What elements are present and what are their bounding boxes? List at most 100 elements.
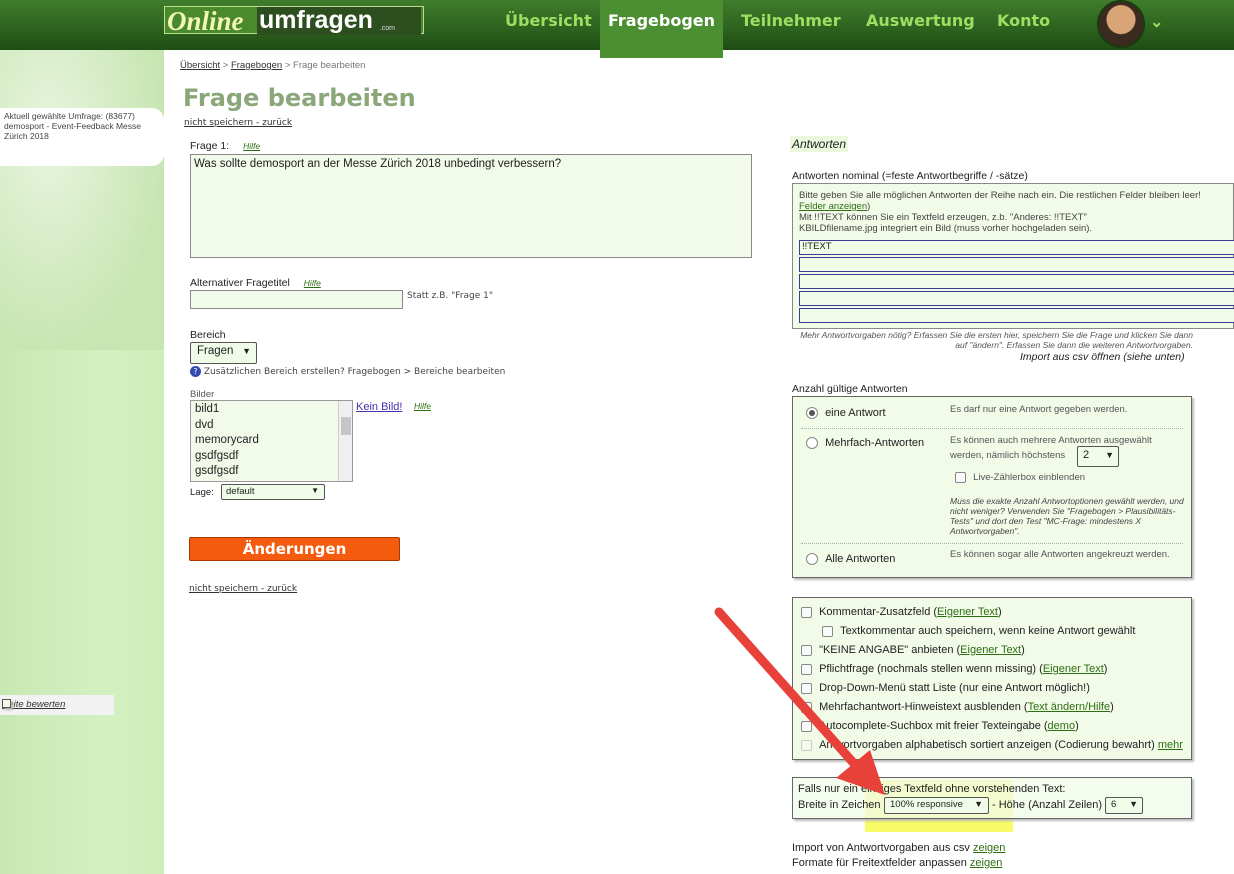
required-own-text-link[interactable]: Eigener Text [1043, 663, 1104, 675]
more-answers-hint: Mehr Antwortvorgaben nötig? Erfassen Sie… [800, 330, 1193, 350]
nav-fragebogen[interactable]: Fragebogen [600, 0, 723, 58]
save-comment-checkbox[interactable] [822, 625, 833, 637]
nav-uebersicht[interactable]: Übersicht [505, 0, 592, 50]
answers-box: Bitte geben Sie alle möglichen Antworten… [792, 183, 1234, 329]
answer-input-1[interactable]: !!TEXT [799, 240, 1234, 255]
help-link-alt-title[interactable]: Hilfe [304, 278, 321, 288]
required-checkbox[interactable] [801, 663, 812, 675]
help-link-question[interactable]: Hilfe [243, 141, 260, 151]
no-answer-checkbox[interactable] [801, 644, 812, 656]
max-answers-select[interactable]: 2 ▼ [1077, 446, 1119, 467]
hide-hint-checkbox[interactable] [801, 701, 812, 713]
format-textfields-show-link[interactable]: zeigen [970, 857, 1002, 869]
back-link-top[interactable]: nicht speichern - zurück [184, 118, 292, 128]
one-answer-label: eine Antwort [825, 407, 886, 419]
current-survey-info: Aktuell gewählte Umfrage: (83677) demosp… [0, 108, 164, 166]
listbox-scrollbar[interactable] [338, 401, 352, 481]
single-textfield-hint: Falls nur ein einziges Textfeld ohne vor… [798, 783, 1066, 795]
answer-input-3[interactable] [799, 274, 1234, 289]
lage-label: Lage: [190, 487, 214, 498]
nav-konto[interactable]: Konto [997, 0, 1050, 50]
help-icon: ? [190, 366, 201, 377]
alt-title-label: Alternativer Fragetitel [190, 277, 290, 289]
no-image-link[interactable]: Kein Bild! [356, 401, 402, 413]
all-answers-desc: Es können sogar alle Antworten angekreuz… [950, 549, 1170, 560]
question-label: Frage 1: [190, 140, 230, 152]
single-textfield-box: Falls nur ein einziges Textfeld ohne vor… [792, 777, 1192, 819]
rate-page-link[interactable]: Seite bewerten [2, 699, 65, 710]
bereich-hint: Zusätzlichen Bereich erstellen? Fragebog… [203, 367, 506, 377]
dropdown-arrow-icon: ▼ [1105, 450, 1114, 460]
import-csv-show-link[interactable]: zeigen [973, 842, 1005, 854]
radio-one-answer[interactable] [806, 407, 818, 420]
height-select[interactable]: 6 ▼ [1105, 797, 1143, 814]
show-fields-link[interactable]: Felder anzeigen [799, 201, 867, 212]
user-avatar[interactable] [1097, 0, 1145, 48]
list-item[interactable]: bild1 [195, 402, 348, 418]
answers-instruction-1: Bitte geben Sie alle möglichen Antworten… [799, 190, 1201, 201]
comment-field-label: Kommentar-Zusatzfeld ( [819, 606, 938, 618]
chevron-down-icon[interactable]: ⌄ [1150, 12, 1163, 32]
list-item[interactable]: gsdfgsdf [195, 464, 348, 480]
valid-answers-label: Anzahl gültige Antworten [792, 383, 908, 395]
multi-answer-note: Muss die exakte Anzahl Antwortoptionen g… [950, 496, 1184, 536]
import-csv-row: Import von Antwortvorgaben aus csv zeige… [792, 842, 1005, 854]
hide-hint-label: Mehrfachantwort-Hinweistext ausblenden ( [819, 701, 1028, 713]
back-link-bottom[interactable]: nicht speichern - zurück [189, 584, 297, 594]
width-select[interactable]: 100% responsive ▼ [884, 797, 989, 814]
list-item[interactable]: dvd [195, 418, 348, 434]
question-label-row: Frage 1: Hilfe [190, 140, 260, 152]
nav-teilnehmer[interactable]: Teilnehmer [741, 0, 841, 50]
dropdown-checkbox[interactable] [801, 682, 812, 694]
live-counter-checkbox[interactable] [955, 471, 966, 483]
answer-input-4[interactable] [799, 291, 1234, 306]
alt-title-hint: Statt z.B. "Frage 1" [407, 291, 494, 301]
bereich-label: Bereich [190, 329, 226, 341]
breadcrumb-uebersicht[interactable]: Übersicht [180, 60, 220, 71]
help-link-images[interactable]: Hilfe [414, 401, 431, 411]
width-value: 100% responsive [890, 799, 963, 810]
sort-alpha-checkbox[interactable] [801, 739, 812, 751]
height-label: - Höhe (Anzahl Zeilen) [992, 799, 1103, 811]
save-changes-button[interactable]: Änderungen vornehmen! [189, 537, 400, 580]
format-textfields-label: Formate für Freitextfelder anpassen [792, 857, 970, 869]
width-label: Breite in Zeichen [798, 799, 881, 811]
autocomplete-checkbox[interactable] [801, 720, 812, 732]
site-logo[interactable]: Online umfragen .com [164, 6, 424, 35]
question-textarea[interactable]: Was sollte demosport an der Messe Zürich… [190, 154, 752, 258]
valid-answers-box: eine Antwort Es darf nur eine Antwort ge… [792, 396, 1192, 578]
lage-select[interactable]: default ▼ [221, 484, 325, 500]
import-csv-label: Import von Antwortvorgaben aus csv [792, 842, 973, 854]
alt-title-label-row: Alternativer Fragetitel Hilfe [190, 277, 321, 289]
breadcrumb-separator: > [284, 60, 291, 71]
left-sidebar: Aktuell gewählte Umfrage: (83677) demosp… [0, 50, 164, 874]
top-navigation-bar: Online umfragen .com Übersicht Frageboge… [0, 0, 1234, 58]
one-answer-desc: Es darf nur eine Antwort gegeben werden. [950, 404, 1128, 415]
images-listbox[interactable]: bild1 dvd memorycard gsdfgsdf gsdfgsdf [190, 400, 353, 482]
comment-field-own-text-link[interactable]: Eigener Text [937, 606, 998, 618]
radio-multi-answer[interactable] [806, 437, 818, 450]
change-text-help-link[interactable]: Text ändern/Hilfe [1028, 701, 1111, 713]
alt-title-input[interactable] [190, 290, 403, 309]
answers-heading: Antworten [790, 136, 849, 152]
no-answer-label: "KEINE ANGABE" anbieten ( [819, 644, 961, 656]
answers-instruction-2: Mit !!TEXT können Sie ein Textfeld erzeu… [799, 212, 1087, 223]
all-answers-label: Alle Antworten [825, 553, 896, 565]
divider [801, 428, 1183, 429]
bereich-select[interactable]: Fragen ▼ [190, 342, 257, 364]
list-item[interactable]: gsdfgsdf [195, 449, 348, 465]
no-answer-own-text-link[interactable]: Eigener Text [960, 644, 1021, 656]
autocomplete-demo-link[interactable]: demo [1048, 720, 1076, 732]
rate-page[interactable]: Seite bewerten [0, 695, 114, 715]
answer-input-2[interactable] [799, 257, 1234, 272]
divider [801, 543, 1183, 544]
answer-input-5[interactable] [799, 308, 1234, 323]
nav-auswertung[interactable]: Auswertung [866, 0, 975, 50]
breadcrumb-fragebogen[interactable]: Fragebogen [231, 60, 282, 71]
sort-alpha-more-link[interactable]: mehr [1158, 739, 1183, 751]
comment-field-checkbox[interactable] [801, 606, 812, 618]
radio-all-answers[interactable] [806, 553, 818, 566]
list-item[interactable]: memorycard [195, 433, 348, 449]
scrollbar-thumb[interactable] [341, 417, 351, 435]
lage-value: default [226, 486, 255, 497]
